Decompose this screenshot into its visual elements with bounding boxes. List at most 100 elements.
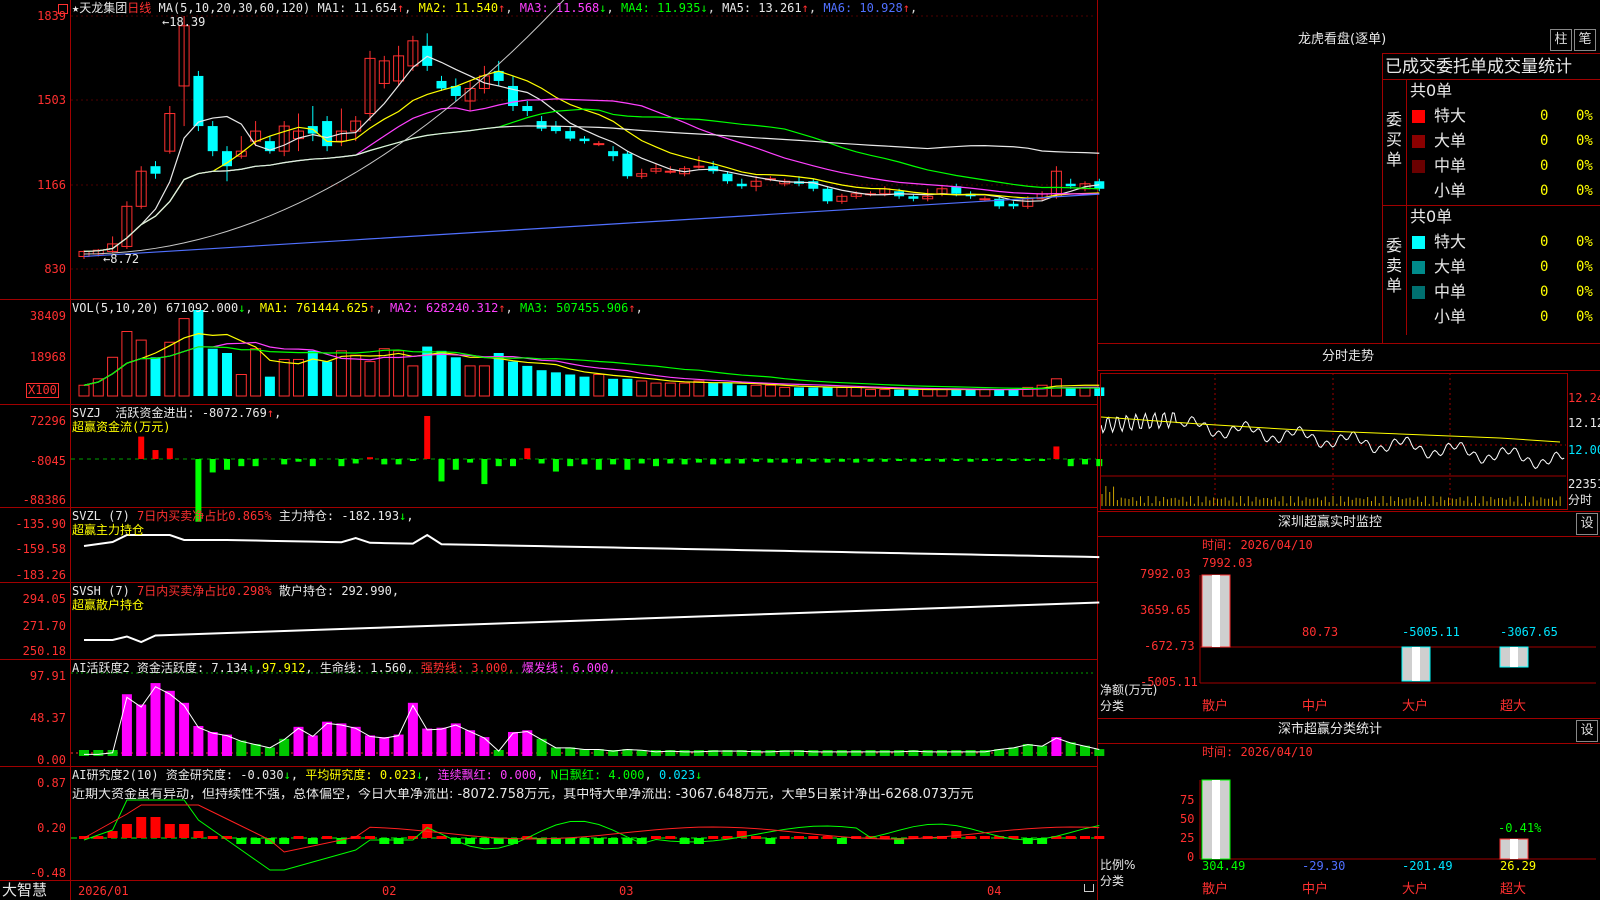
flow-bar bbox=[1053, 446, 1060, 459]
activity-bar bbox=[365, 735, 375, 756]
research-bar bbox=[136, 817, 147, 838]
volume-bar bbox=[608, 378, 619, 396]
row-percent: 0% bbox=[1576, 108, 1593, 124]
flow-bar bbox=[467, 459, 474, 463]
research-bar bbox=[107, 831, 118, 838]
activity-bar bbox=[379, 737, 390, 756]
monitor-value: -5005.11 bbox=[1402, 625, 1460, 639]
sell-orders-label: 委卖单 bbox=[1386, 236, 1403, 295]
volume-bar bbox=[550, 372, 561, 396]
activity-bar bbox=[751, 750, 762, 756]
intraday-axis-tick: 12.12 bbox=[1568, 416, 1600, 430]
intraday-title: 分时走势 bbox=[1322, 349, 1375, 364]
research-bar bbox=[608, 838, 619, 844]
volume-bar bbox=[450, 357, 461, 396]
class-xlabel: 分类 bbox=[1100, 874, 1125, 888]
monitor-xlabel: 分类 bbox=[1100, 699, 1125, 713]
svzl-header: SVZL (7) 7日内买卖净占比0.865% 主力持仓: -182.193↓, bbox=[72, 509, 414, 523]
flow-bar bbox=[667, 459, 674, 464]
flow-bar bbox=[510, 459, 516, 467]
row-count: 0 bbox=[1540, 234, 1549, 250]
flow-bar bbox=[252, 459, 259, 467]
ma-line bbox=[83, 193, 1100, 258]
research-bar bbox=[679, 838, 690, 844]
class-settings-button[interactable]: 设 bbox=[1576, 720, 1598, 742]
intraday-unit: 分时 bbox=[1568, 493, 1593, 507]
flow-bar bbox=[1024, 459, 1031, 461]
monitor-settings-button[interactable]: 设 bbox=[1576, 513, 1598, 535]
sell-total: 共0单 bbox=[1410, 207, 1453, 226]
ma-value: MA2: 11.540↑ bbox=[418, 1, 506, 15]
volume-bar bbox=[407, 365, 419, 397]
activity-bar bbox=[393, 734, 404, 756]
candle-down bbox=[222, 151, 232, 167]
svzl-axis-tick: -183.26 bbox=[15, 568, 66, 582]
volume-bar bbox=[322, 361, 333, 396]
ai-research-axis-tick: 0.20 bbox=[37, 821, 66, 835]
activity-bar bbox=[808, 750, 819, 756]
research-bar bbox=[579, 838, 590, 844]
flow-bar bbox=[924, 459, 931, 461]
volume-bar bbox=[350, 354, 362, 397]
activity-bar bbox=[851, 750, 862, 756]
ai-active-header: AI活跃度2 资金活跃度: 7.134↓,97.912, 生命线: 1.560,… bbox=[72, 661, 616, 675]
research-bar bbox=[322, 836, 333, 839]
flow-bar bbox=[238, 459, 245, 467]
volume-unit-button[interactable]: X100 bbox=[26, 383, 59, 398]
class-bar-highlight bbox=[1212, 780, 1220, 859]
research-bar bbox=[665, 836, 676, 839]
flow-bar bbox=[524, 448, 531, 459]
bar-view-button[interactable]: 柱 bbox=[1550, 29, 1572, 51]
volume-bar bbox=[107, 356, 119, 397]
row-count: 0 bbox=[1540, 108, 1549, 124]
volume-bar bbox=[951, 389, 962, 396]
ai-research-axis-tick: -0.48 bbox=[29, 866, 66, 880]
activity-bar bbox=[164, 690, 175, 756]
candle-up bbox=[693, 165, 705, 168]
volume-bar bbox=[808, 387, 819, 396]
candle-down bbox=[608, 151, 619, 157]
research-bar bbox=[150, 817, 161, 838]
research-bar bbox=[794, 836, 804, 839]
ma-header: MA(5,10,20,30,60,120) bbox=[158, 1, 311, 15]
volume-bar bbox=[593, 374, 605, 397]
app-logo: 大智慧 bbox=[2, 881, 48, 899]
volume-bar bbox=[78, 384, 90, 397]
stock-name[interactable]: 天龙集团 bbox=[79, 1, 127, 15]
activity-bar bbox=[550, 747, 561, 756]
lock-icon[interactable] bbox=[1084, 884, 1094, 892]
volume-bar bbox=[750, 384, 762, 397]
svzj-subtitle: 超赢资金流(万元) bbox=[72, 420, 171, 434]
class-value: 26.29 bbox=[1500, 859, 1537, 873]
activity-bar bbox=[894, 750, 905, 756]
flow-bar bbox=[710, 459, 717, 465]
svzj-header: SVZJ 活跃资金进出: -8072.769↑, bbox=[72, 406, 282, 420]
tick-view-button[interactable]: 笔 bbox=[1574, 29, 1596, 51]
row-percent: 0% bbox=[1576, 133, 1593, 149]
row-name: 小单 bbox=[1434, 181, 1467, 200]
research-bar bbox=[207, 836, 218, 839]
ma-value: MA3: 11.568↓ bbox=[519, 1, 607, 15]
date-tick: 02 bbox=[382, 884, 397, 898]
flow-bar bbox=[910, 459, 917, 462]
svzl-axis-tick: -159.58 bbox=[15, 542, 66, 556]
volume-bar bbox=[235, 374, 247, 397]
row-name: 大单 bbox=[1434, 131, 1467, 150]
volume-bar bbox=[1008, 389, 1019, 396]
price-header: ★天龙集团日线 MA(5,10,20,30,60,120) MA1: 11.65… bbox=[72, 1, 917, 15]
volume-bar bbox=[664, 382, 676, 397]
row-swatch bbox=[1412, 311, 1425, 324]
volume-bar bbox=[779, 386, 791, 397]
monitor-bar-highlight bbox=[1212, 575, 1220, 647]
volume-bar bbox=[364, 361, 376, 397]
flow-bar bbox=[438, 459, 445, 482]
period-label[interactable]: 日线 bbox=[127, 1, 151, 15]
svsh-axis-tick: 294.05 bbox=[22, 592, 66, 606]
volume-bar bbox=[794, 387, 804, 396]
class-bar-highlight bbox=[1510, 839, 1518, 859]
ai-active-axis-tick: 48.37 bbox=[29, 711, 66, 725]
activity-bar bbox=[951, 750, 962, 756]
flow-bar bbox=[781, 459, 788, 463]
ai-active-axis-tick: 0.00 bbox=[37, 753, 66, 767]
flow-bar bbox=[309, 459, 316, 467]
